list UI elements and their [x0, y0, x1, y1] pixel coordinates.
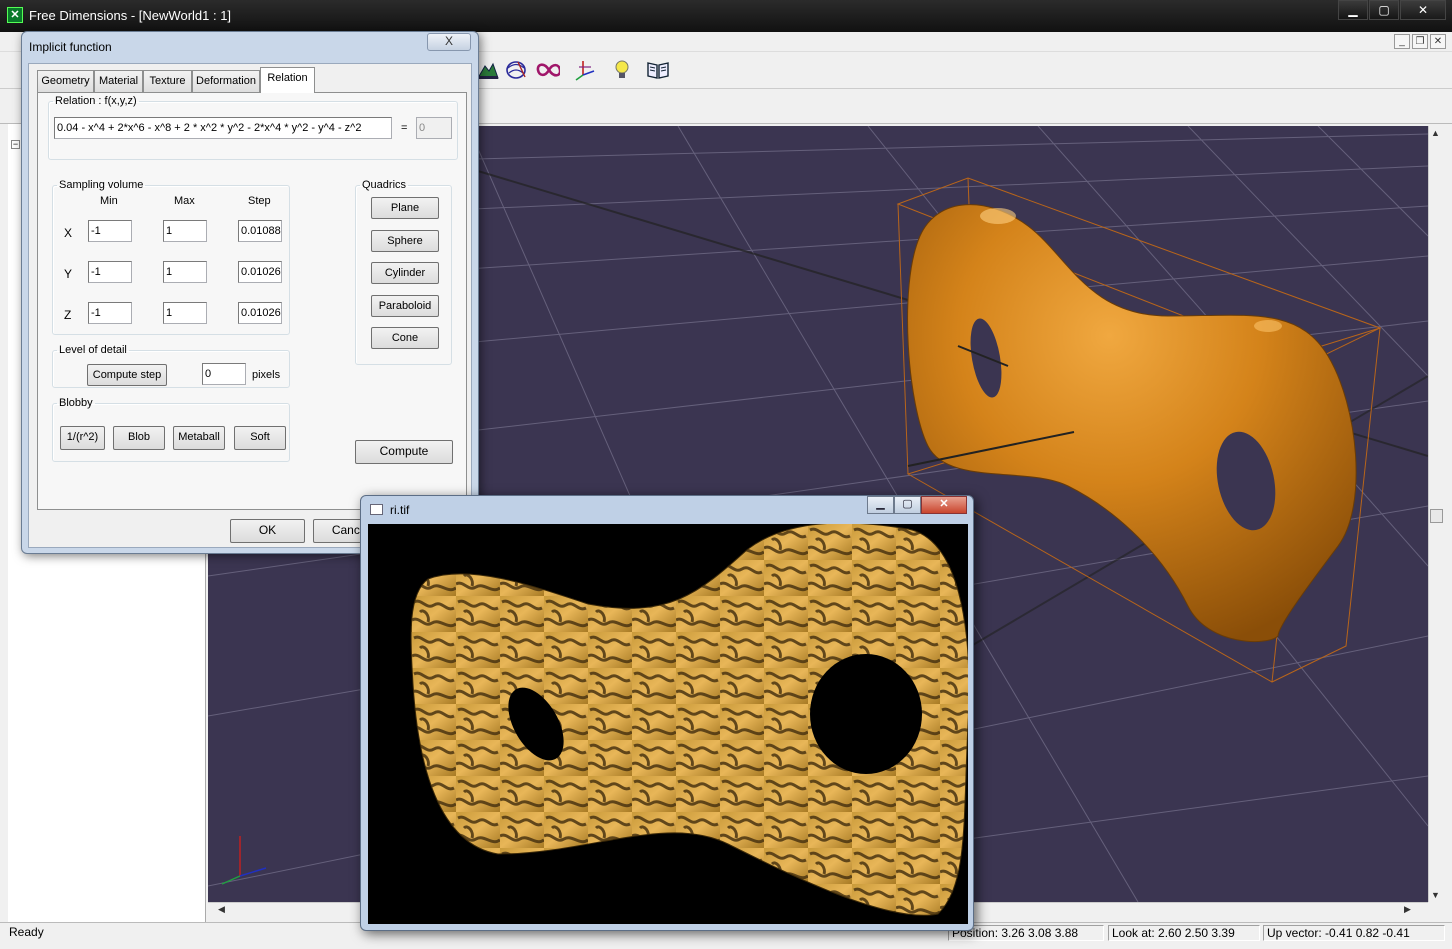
surface-icon[interactable]: [504, 58, 528, 82]
ok-button[interactable]: OK: [230, 519, 305, 543]
mdi-restore-button[interactable]: ❐: [1412, 34, 1428, 49]
z-min-input[interactable]: -1: [88, 302, 132, 324]
cone-button[interactable]: Cone: [371, 327, 439, 349]
cylinder-button[interactable]: Cylinder: [371, 262, 439, 284]
x-max-input[interactable]: 1: [163, 220, 207, 242]
scroll-down-arrow[interactable]: ▼: [1431, 890, 1440, 900]
scroll-up-arrow[interactable]: ▲: [1431, 128, 1440, 138]
scroll-right-arrow[interactable]: ▶: [1404, 904, 1411, 915]
dialog-close-button[interactable]: X: [427, 33, 471, 51]
quadrics-legend: Quadrics: [362, 179, 407, 191]
blobby-legend: Blobby: [59, 397, 93, 409]
window-title: Free Dimensions - [NewWorld1 : 1]: [29, 8, 232, 23]
axis-label-z: Z: [64, 308, 72, 322]
soft-button[interactable]: Soft: [234, 426, 286, 450]
equals-label: =: [401, 122, 408, 134]
relation-legend: Relation : f(x,y,z): [55, 95, 137, 107]
mdi-close-button[interactable]: ✕: [1430, 34, 1446, 49]
collapse-icon[interactable]: −: [11, 140, 20, 149]
y-min-input[interactable]: -1: [88, 261, 132, 283]
implicit-surface: [907, 204, 1357, 642]
step-header: Step: [248, 195, 271, 207]
sampling-legend: Sampling volume: [59, 179, 144, 191]
tab-texture[interactable]: Texture: [143, 70, 192, 92]
axis-label-x: X: [64, 226, 73, 240]
relation-expression-input[interactable]: 0.04 - x^4 + 2*x^6 - x^8 + 2 * x^2 * y^2…: [54, 117, 392, 139]
image-maximize-button[interactable]: ▢: [894, 496, 921, 514]
pixels-label: pixels: [252, 369, 281, 381]
z-step-input[interactable]: 0.01026: [238, 302, 282, 324]
camera-up-vector: Up vector: -0.41 0.82 -0.41: [1263, 925, 1445, 941]
camera-look-at: Look at: 2.60 2.50 3.39: [1108, 925, 1260, 941]
image-close-button[interactable]: ✕: [921, 496, 967, 514]
toolbar: [470, 52, 1452, 88]
image-minimize-button[interactable]: ▁: [867, 496, 894, 514]
image-viewer-window: ri.tif ▁ ▢ ✕: [360, 495, 974, 931]
axis-label-y: Y: [64, 267, 73, 281]
scroll-left-arrow[interactable]: ◀: [218, 904, 225, 915]
metaball-button[interactable]: Metaball: [173, 426, 225, 450]
mdi-minimize-button[interactable]: _: [1394, 34, 1410, 49]
relation-panel: Relation : f(x,y,z) 0.04 - x^4 + 2*x^6 -…: [37, 92, 467, 510]
paraboloid-button[interactable]: Paraboloid: [371, 295, 439, 317]
x-min-input[interactable]: -1: [88, 220, 132, 242]
light-bulb-icon[interactable]: [610, 58, 634, 82]
z-max-input[interactable]: 1: [163, 302, 207, 324]
main-titlebar: ✕ Free Dimensions - [NewWorld1 : 1] ▁ ▢ …: [0, 0, 1452, 32]
vertical-scrollbar[interactable]: ▲ ▼: [1428, 126, 1444, 902]
rendered-surface: [410, 524, 968, 916]
book-icon[interactable]: [646, 58, 670, 82]
axes-gizmo: [221, 836, 267, 885]
app-icon: ✕: [7, 7, 23, 23]
minimize-button[interactable]: ▁: [1338, 0, 1368, 20]
pixels-input[interactable]: 0: [202, 363, 246, 385]
status-text: Ready: [9, 925, 44, 939]
scroll-thumb[interactable]: [1430, 509, 1443, 523]
image-window-title: ri.tif: [390, 503, 410, 517]
maximize-button[interactable]: ▢: [1369, 0, 1399, 20]
blob-button[interactable]: Blob: [113, 426, 165, 450]
tab-geometry[interactable]: Geometry: [37, 70, 94, 92]
inverse-square-button[interactable]: 1/(r^2): [60, 426, 105, 450]
level-of-detail-legend: Level of detail: [59, 344, 127, 356]
relation-result-field: 0: [416, 117, 452, 139]
implicit-function-dialog: Implicit function X Geometry Material Te…: [21, 31, 479, 554]
max-header: Max: [174, 195, 195, 207]
min-header: Min: [100, 195, 118, 207]
tab-relation[interactable]: Relation: [260, 67, 315, 93]
y-max-input[interactable]: 1: [163, 261, 207, 283]
tab-material[interactable]: Material: [94, 70, 143, 92]
dialog-body: Geometry Material Texture Deformation Re…: [28, 63, 472, 548]
compute-button[interactable]: Compute: [355, 440, 453, 464]
x-step-input[interactable]: 0.01088: [238, 220, 282, 242]
terrain-icon[interactable]: [476, 58, 500, 82]
sphere-button[interactable]: Sphere: [371, 230, 439, 252]
dialog-title: Implicit function: [29, 40, 112, 54]
torus-icon[interactable]: [536, 58, 560, 82]
rendered-image: [368, 524, 968, 924]
y-step-input[interactable]: 0.01026: [238, 261, 282, 283]
close-button[interactable]: ✕: [1400, 0, 1446, 20]
compute-step-button[interactable]: Compute step: [87, 364, 167, 386]
tab-deformation[interactable]: Deformation: [192, 70, 260, 92]
plane-button[interactable]: Plane: [371, 197, 439, 219]
axes-icon[interactable]: [572, 58, 596, 82]
image-file-icon: [370, 504, 383, 515]
